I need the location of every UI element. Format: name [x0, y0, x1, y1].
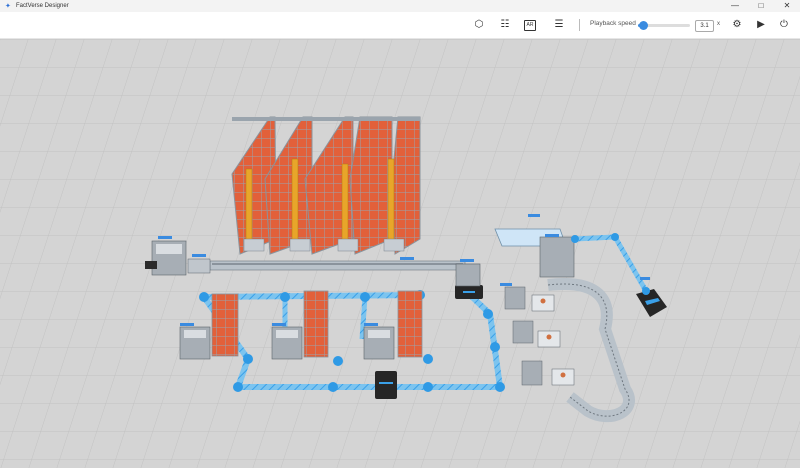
window-controls: — □ ✕	[722, 0, 800, 12]
playback-speed-slider[interactable]	[638, 21, 690, 30]
hierarchy-icon[interactable]: ☷	[498, 18, 512, 32]
title-bar: ✦ FactVerse Designer — □ ✕	[0, 0, 800, 12]
floor-grid	[0, 39, 800, 468]
power-icon[interactable]: ⏻	[777, 18, 791, 32]
window-title: FactVerse Designer	[16, 3, 69, 9]
play-icon[interactable]: ▶	[754, 18, 768, 32]
outbound-conveyor[interactable]	[209, 260, 466, 271]
toolbar-separator	[579, 19, 580, 31]
3d-viewport[interactable]	[0, 39, 800, 468]
document-icon[interactable]: ☰	[552, 18, 566, 32]
playback-speed-label: Playback speed	[590, 20, 636, 27]
playback-speed-input[interactable]: 3.1	[695, 20, 714, 32]
view-3d-icon[interactable]: ⬡	[472, 18, 486, 32]
slider-thumb[interactable]	[639, 21, 649, 30]
app-logo-icon: ✦	[5, 2, 11, 10]
minimize-button[interactable]: —	[722, 0, 748, 12]
close-button[interactable]: ✕	[774, 0, 800, 12]
speed-unit-label: x	[717, 21, 720, 27]
toolbar: ⬡ ☷ AR ☰ Playback speed 3.1 x ⚙ ▶ ⏻	[0, 12, 800, 39]
settings-icon[interactable]: ⚙	[730, 18, 744, 32]
ar-icon[interactable]: AR	[524, 20, 536, 31]
factory-scene[interactable]	[0, 39, 800, 468]
maximize-button[interactable]: □	[748, 0, 774, 12]
